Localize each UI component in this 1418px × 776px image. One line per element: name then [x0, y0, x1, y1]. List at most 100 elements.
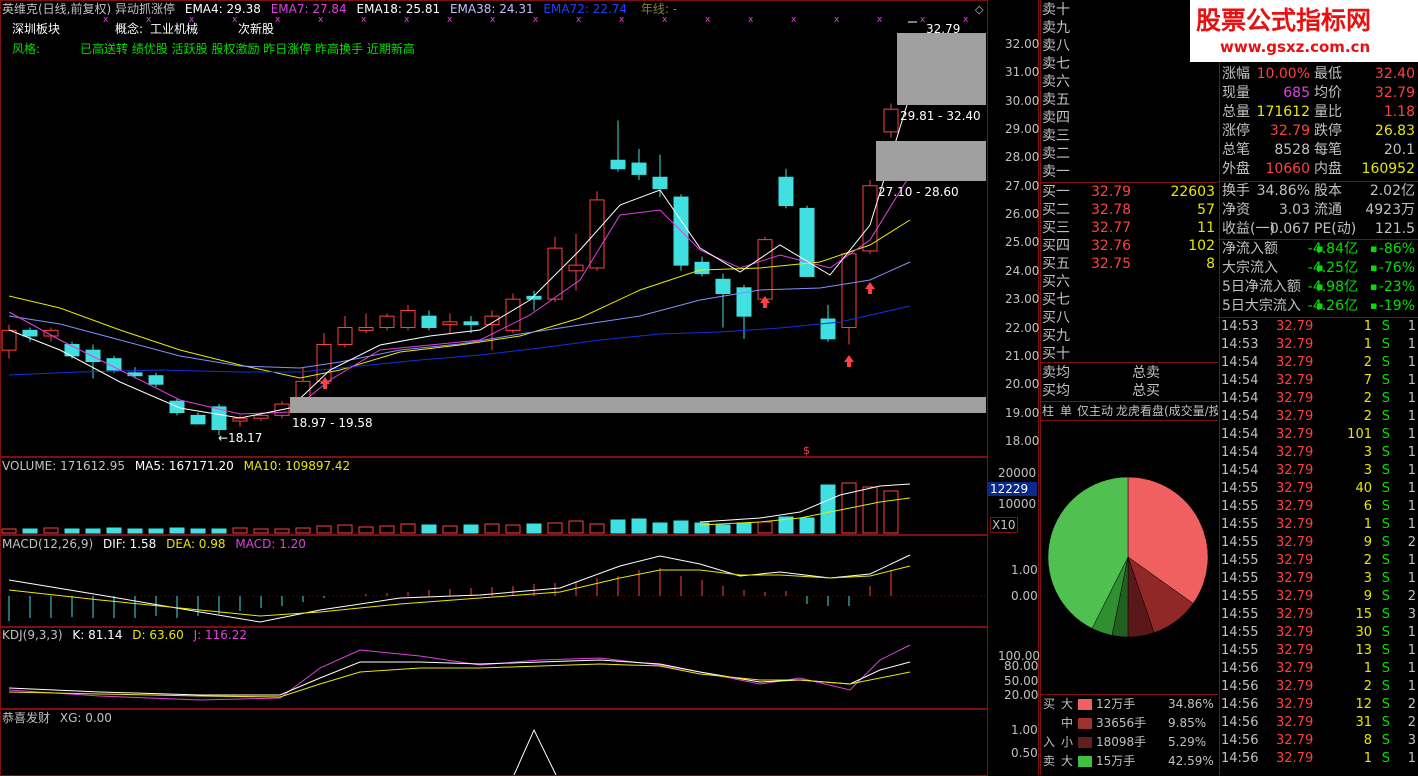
- tick-volume: 1: [1363, 337, 1372, 352]
- macd-tick-2: 0.00: [1011, 589, 1038, 603]
- watermark-url: www.gsxz.com.cn: [1220, 38, 1371, 56]
- flow-sign-icon: ▪: [1370, 261, 1378, 274]
- stat-label: 收益(一): [1222, 221, 1275, 237]
- tick-side: S: [1381, 571, 1390, 586]
- stat-label: 最低: [1314, 66, 1342, 82]
- buy-level-row[interactable]: 买一 32.79 22603: [1041, 183, 1217, 201]
- tick-count: 1: [1407, 337, 1416, 352]
- tick-volume: 3: [1363, 445, 1372, 460]
- tick-time: 14:55: [1221, 499, 1259, 514]
- candle-body: [589, 199, 605, 269]
- volume-bar: [253, 528, 269, 534]
- tab-active-only[interactable]: 仅主动: [1077, 404, 1113, 418]
- stat-label: 换手: [1222, 183, 1250, 199]
- tick-row: 14:54 32.79 2 S 1: [1220, 354, 1418, 372]
- stat-row: 总笔 8528 每笔 20.1: [1220, 141, 1418, 160]
- pie-legend-hands: 15万手: [1096, 754, 1136, 768]
- sell-level-label: 卖九: [1042, 20, 1070, 36]
- volume-bar: [148, 528, 164, 534]
- buy-level-row[interactable]: 买二 32.78 57: [1041, 201, 1217, 219]
- buy-signal-arrow: [844, 355, 854, 367]
- total-sell-label: 总卖: [1132, 365, 1160, 381]
- tick-side: S: [1381, 625, 1390, 640]
- buy-level-row[interactable]: 买九: [1041, 327, 1217, 345]
- sell-level-row[interactable]: 卖四: [1041, 109, 1217, 127]
- sell-level-row[interactable]: 卖一: [1041, 163, 1217, 181]
- tick-volume: 2: [1363, 679, 1372, 694]
- volume-bar: [736, 522, 752, 534]
- chart-area[interactable]: 英维克(日线,前复权) 异动抓涨停 EMA4: 29.38 EMA7: 27.8…: [0, 0, 1040, 776]
- kdj-d: D: 63.60: [132, 628, 184, 642]
- y-tick-label: 24.00: [1005, 263, 1040, 278]
- buy-level-row[interactable]: 买四 32.76 102: [1041, 237, 1217, 255]
- buy-level-row[interactable]: 买六: [1041, 273, 1217, 291]
- s-marker: $: [803, 444, 810, 457]
- tick-side: S: [1381, 553, 1390, 568]
- top-marker: x: [705, 15, 711, 25]
- buy-level-row[interactable]: 买三 32.77 11: [1041, 219, 1217, 237]
- kdj-tick-3: 50.00: [1004, 674, 1039, 688]
- stat-value: 32.79: [1269, 123, 1310, 139]
- candle-body: [442, 321, 458, 326]
- sell-level-row[interactable]: 卖二: [1041, 145, 1217, 163]
- tick-price: 32.79: [1276, 661, 1314, 676]
- top-marker: x: [275, 15, 281, 25]
- tick-count: 1: [1407, 445, 1416, 460]
- tick-count: 3: [1407, 607, 1416, 622]
- buy-level-row[interactable]: 买七: [1041, 291, 1217, 309]
- flow-row: 净流入额 ▪ -4.84亿 ▪ -86%: [1220, 240, 1418, 259]
- tick-count: 1: [1407, 625, 1416, 640]
- stat-label: PE(动): [1314, 221, 1357, 237]
- volume-bar: [715, 524, 731, 534]
- tick-price: 32.79: [1276, 535, 1314, 550]
- buy-level-label: 买五: [1042, 256, 1070, 272]
- stat-label: 涨幅: [1222, 66, 1250, 82]
- top-marker: x: [662, 15, 668, 25]
- tick-row: 14:54 32.79 7 S 1: [1220, 372, 1418, 390]
- y-tick-label: 32.00: [1005, 37, 1040, 51]
- sell-level-row[interactable]: 卖六: [1041, 73, 1217, 91]
- stat-value: 1.18: [1383, 104, 1415, 120]
- tick-volume: 2: [1363, 553, 1372, 568]
- tab-bar[interactable]: 柱: [1042, 404, 1054, 418]
- tick-price: 32.79: [1276, 553, 1314, 568]
- volume-bar: [505, 524, 521, 534]
- buy-signal-arrow: [865, 282, 875, 294]
- pie-legend-swatch: [1078, 699, 1092, 710]
- tick-volume: 7: [1363, 373, 1372, 388]
- macd-dif: DIF: 1.58: [102, 537, 157, 551]
- tick-row: 14:54 32.79 2 S 1: [1220, 408, 1418, 426]
- candle-body: [694, 261, 710, 275]
- volume-bar: [652, 522, 668, 534]
- tick-price: 32.79: [1276, 409, 1314, 424]
- sell-level-row[interactable]: 卖三: [1041, 127, 1217, 145]
- tab-single[interactable]: 单: [1060, 404, 1072, 418]
- top-marker: x: [232, 15, 238, 25]
- tick-time: 14:55: [1221, 643, 1259, 658]
- candle-body: [799, 207, 815, 277]
- tick-count: 2: [1407, 715, 1416, 730]
- range-mid-label: 27.10 - 28.60: [878, 185, 959, 199]
- tick-time: 14:55: [1221, 607, 1259, 622]
- volume-bar: [358, 526, 374, 534]
- tick-side: S: [1381, 409, 1390, 424]
- tick-time: 14:55: [1221, 517, 1259, 532]
- tick-volume: 9: [1363, 535, 1372, 550]
- buy-level-label: 买七: [1042, 292, 1070, 308]
- kdj-j: J: 116.22: [193, 628, 247, 642]
- buy-level-volume: 8: [1206, 256, 1215, 272]
- flow-label: 5日净流入额: [1222, 279, 1301, 295]
- tick-volume: 2: [1363, 391, 1372, 406]
- buy-level-row[interactable]: 买八: [1041, 309, 1217, 327]
- buy-level-row[interactable]: 买五 32.75 8: [1041, 255, 1217, 273]
- buy-level-row[interactable]: 买十: [1041, 345, 1217, 363]
- top-marker: x: [619, 15, 625, 25]
- candle-body: [253, 414, 269, 419]
- sell-level-row[interactable]: 卖五: [1041, 91, 1217, 109]
- stat-row: 换手 34.86% 股本 2.02亿: [1220, 182, 1418, 201]
- macd-dea: DEA: 0.98: [166, 537, 226, 551]
- target-box: [876, 141, 986, 181]
- tab-dragon-tiger[interactable]: 龙虎看盘(成交量/按: [1116, 404, 1218, 418]
- buy-level-label: 买一: [1042, 184, 1070, 200]
- volume-bar: [85, 528, 101, 534]
